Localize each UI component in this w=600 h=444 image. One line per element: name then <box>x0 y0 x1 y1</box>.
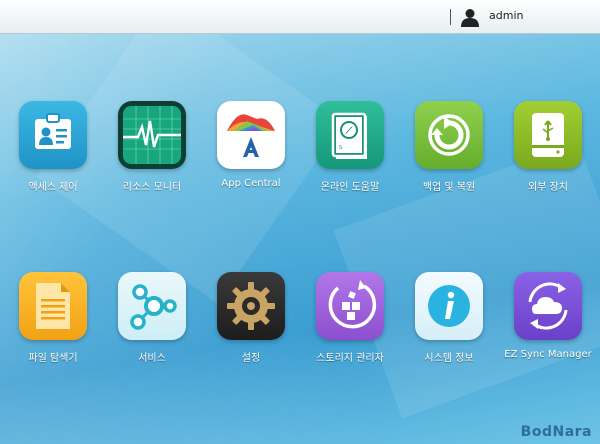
app-label: 설정 <box>241 353 261 364</box>
app-settings[interactable]: 설정 <box>201 272 301 364</box>
app-label: 리소스 모니터 <box>122 182 182 193</box>
app-label: 온라인 도움말 <box>320 182 380 193</box>
storage-manager-icon <box>316 272 384 340</box>
app-label: 스토리지 관리자 <box>316 353 384 364</box>
app-access-control[interactable]: 액세스 제어 <box>3 101 103 193</box>
username-label[interactable]: admin <box>489 9 523 22</box>
app-online-help[interactable]: S 온라인 도움말 <box>300 101 400 193</box>
svg-text:S: S <box>339 145 342 151</box>
app-resource-monitor[interactable]: 리소스 모니터 <box>102 101 202 193</box>
external-devices-icon <box>514 101 582 169</box>
app-label: 백업 및 복원 <box>422 182 476 193</box>
app-label: 외부 장치 <box>528 182 568 193</box>
ez-sync-cloud-icon <box>514 272 582 340</box>
access-control-icon <box>19 101 87 169</box>
system-info-icon <box>415 272 483 340</box>
top-bar-divider <box>450 9 451 25</box>
app-label: App Central <box>221 178 281 189</box>
app-external-devices[interactable]: 외부 장치 <box>498 101 598 193</box>
app-label: 액세스 제어 <box>28 182 78 193</box>
app-services[interactable]: 서비스 <box>102 272 202 364</box>
online-help-icon: S <box>316 101 384 169</box>
settings-gear-icon <box>217 272 285 340</box>
backup-restore-icon <box>415 101 483 169</box>
user-icon[interactable] <box>460 7 480 27</box>
app-storage-manager[interactable]: 스토리지 관리자 <box>300 272 400 364</box>
watermark-logo: BodNara <box>520 424 592 440</box>
app-label: EZ Sync Manager <box>504 349 592 360</box>
app-system-info[interactable]: 시스템 정보 <box>399 272 499 364</box>
app-central-icon <box>217 101 285 169</box>
app-label: 서비스 <box>138 353 166 364</box>
app-ez-sync-manager[interactable]: EZ Sync Manager <box>498 272 598 360</box>
file-explorer-icon <box>19 272 87 340</box>
app-file-explorer[interactable]: 파일 탐색기 <box>3 272 103 364</box>
resource-monitor-icon <box>118 101 186 169</box>
app-label: 파일 탐색기 <box>28 353 78 364</box>
top-bar: admin <box>0 0 600 34</box>
app-label: 시스템 정보 <box>424 353 474 364</box>
app-backup-restore[interactable]: 백업 및 복원 <box>399 101 499 193</box>
app-app-central[interactable]: App Central <box>201 101 301 189</box>
services-icon <box>118 272 186 340</box>
